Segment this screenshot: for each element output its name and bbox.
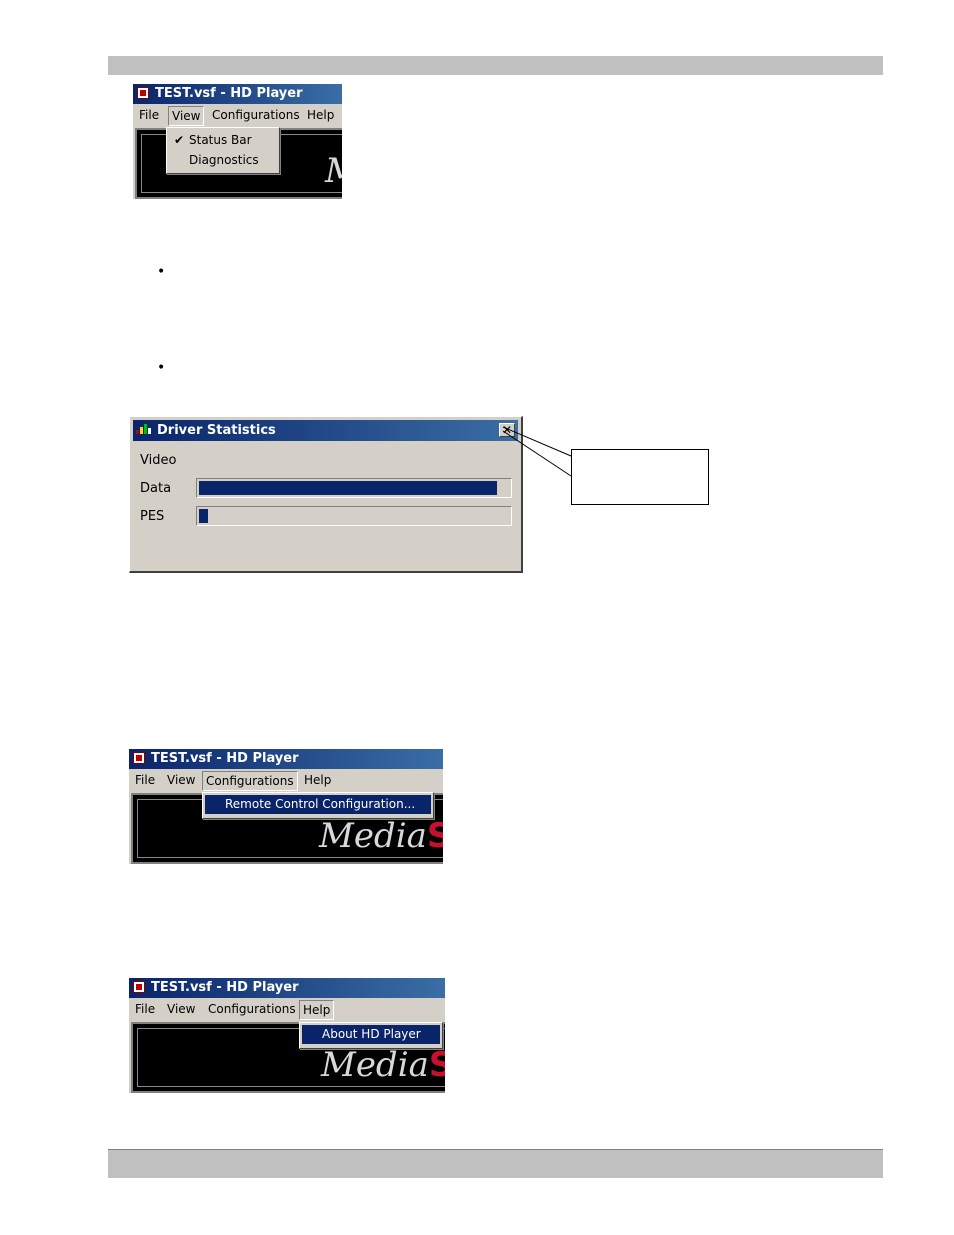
bullet-point: • [157,360,166,376]
stat-label-data: Data [140,481,172,496]
menu-help[interactable]: Help [299,1000,335,1020]
menu-view[interactable]: View [167,998,195,1020]
menu-item-diagnostics[interactable]: Diagnostics [169,151,277,170]
data-progress-bar [196,478,512,498]
menu-item-about-hd-player[interactable]: About HD Player [302,1025,440,1044]
close-button[interactable]: ✕ [499,423,515,437]
pes-progress-fill [199,509,208,523]
title-bar[interactable]: TEST.vsf - HD Player [129,978,445,998]
dialog-title: Driver Statistics [157,423,276,438]
mediaspace-logo: M [325,151,342,191]
menu-item-label: Remote Control Configuration... [225,797,416,811]
menu-item-label: About HD Player [322,1027,421,1041]
logo-accent: S [426,816,443,856]
help-dropdown-menu: About HD Player [299,1022,443,1049]
menu-configurations[interactable]: Configurations [212,104,300,126]
close-icon: ✕ [501,423,513,437]
pes-progress-bar [196,506,512,526]
menu-file[interactable]: File [135,769,155,791]
menu-item-label: Diagnostics [189,153,259,167]
stat-label-pes: PES [140,509,165,524]
menu-item-remote-control-configuration[interactable]: Remote Control Configuration... [205,795,431,814]
configurations-dropdown-menu: Remote Control Configuration... [202,792,434,819]
checkmark-icon: ✔ [174,133,185,147]
page-header-band [108,56,883,75]
window-title: TEST.vsf - HD Player [155,86,303,101]
mediaspace-logo: MediaS [319,816,443,856]
section-label-video: Video [140,453,177,468]
menu-item-status-bar[interactable]: ✔ Status Bar [169,131,277,150]
hd-player-window-help-menu: TEST.vsf - HD Player File View Configura… [129,978,445,1093]
menu-help[interactable]: Help [304,769,331,791]
menu-configurations[interactable]: Configurations [202,771,298,791]
bullet-point: • [157,264,166,280]
menu-bar: File View Configurations Help [133,104,342,126]
page-footer-band [108,1149,883,1178]
view-dropdown-menu: ✔ Status Bar Diagnostics [166,127,280,174]
mediaspace-logo: MediaS [321,1045,445,1085]
app-icon [133,981,145,993]
logo-accent: S [428,1045,445,1085]
menu-item-label: Status Bar [189,133,252,147]
menu-file[interactable]: File [135,998,155,1020]
statistics-icon [136,424,152,436]
title-bar[interactable]: TEST.vsf - HD Player [129,749,443,769]
menu-bar: File View Configurations Help [129,769,443,791]
menu-configurations[interactable]: Configurations [208,998,296,1020]
logo-text: Media [321,1045,429,1085]
hd-player-window-view-menu: TEST.vsf - HD Player File View Configura… [133,84,342,199]
menu-bar: File View Configurations Help [129,998,445,1020]
menu-file[interactable]: File [139,104,159,126]
menu-view[interactable]: View [167,769,195,791]
callout-box [571,449,709,505]
window-title: TEST.vsf - HD Player [151,980,299,995]
driver-statistics-dialog: Driver Statistics ✕ Video Data PES [129,416,523,573]
logo-text: M [325,151,342,191]
dialog-title-bar[interactable]: Driver Statistics ✕ [133,420,518,441]
title-bar[interactable]: TEST.vsf - HD Player [133,84,342,104]
menu-help[interactable]: Help [307,104,334,126]
app-icon [137,87,149,99]
hd-player-window-configurations-menu: TEST.vsf - HD Player File View Configura… [129,749,443,864]
window-title: TEST.vsf - HD Player [151,751,299,766]
menu-view[interactable]: View [168,106,205,126]
logo-text: Media [319,816,427,856]
data-progress-fill [199,481,497,495]
app-icon [133,752,145,764]
